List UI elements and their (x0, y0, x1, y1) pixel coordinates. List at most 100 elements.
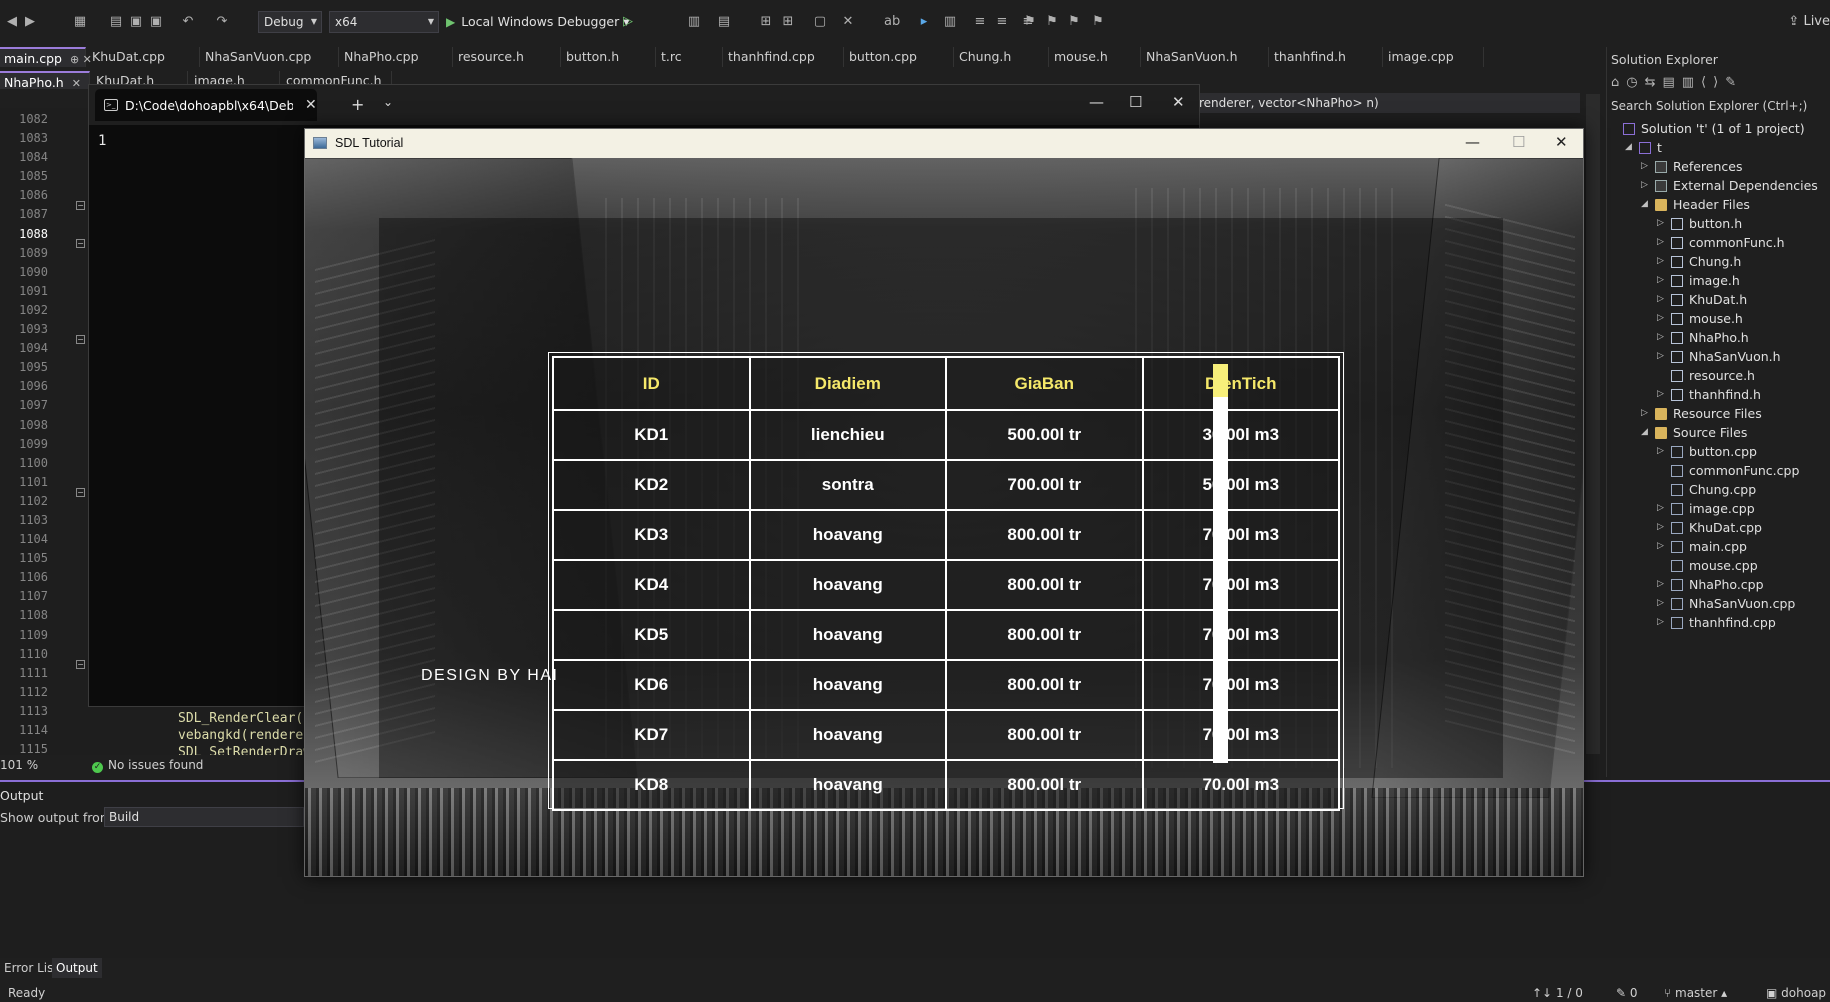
tree-item[interactable]: ▷ thanhfind.cpp (1607, 613, 1830, 632)
editor-tab[interactable]: button.h (562, 47, 656, 67)
member-navigation-dropdown[interactable]: renderer, vector<NhaPho> n) (1195, 93, 1580, 113)
expand-arrow-icon[interactable]: ▷ (1641, 404, 1651, 423)
expand-arrow-icon[interactable]: ▷ (1657, 385, 1667, 404)
collapse-arrow-icon[interactable]: ◢ (1641, 195, 1651, 214)
editor-tab[interactable]: thanhfind.cpp (724, 47, 844, 67)
fold-toggle-icon[interactable]: − (76, 201, 85, 210)
tree-item[interactable]: ▷ main.cpp (1607, 537, 1830, 556)
tree-item[interactable]: Solution 't' (1 of 1 project) (1607, 119, 1830, 138)
expand-arrow-icon[interactable]: ▷ (1657, 537, 1667, 556)
sdl-titlebar[interactable]: SDL Tutorial — ☐ ✕ (305, 129, 1583, 158)
fold-toggle-icon[interactable]: − (76, 660, 85, 669)
tab-output[interactable]: Output (52, 958, 102, 978)
distribute-icon[interactable]: ⊞ (780, 14, 796, 30)
tree-item[interactable]: ▷ button.h (1607, 214, 1830, 233)
sdl-window[interactable]: SDL Tutorial — ☐ ✕ ID Diadiem GiaBan Die… (304, 128, 1584, 877)
spellcheck-icon[interactable]: ab (884, 14, 900, 30)
expand-arrow-icon[interactable]: ▷ (1657, 290, 1667, 309)
fold-toggle-icon[interactable]: − (76, 488, 85, 497)
tree-item[interactable]: mouse.cpp (1607, 556, 1830, 575)
expand-arrow-icon[interactable]: ▷ (1657, 518, 1667, 537)
output-source-dropdown[interactable]: Build (104, 807, 304, 827)
clear-bookmarks-icon[interactable]: ⚑ (1090, 14, 1106, 30)
live-share-button[interactable]: ⇪ Live (1788, 14, 1830, 29)
chevron-down-icon[interactable]: ⌄ (383, 95, 393, 109)
panel-icon[interactable]: ▥ (942, 14, 958, 30)
tree-item[interactable]: ▷ References (1607, 157, 1830, 176)
back-icon[interactable]: ◀ (4, 14, 20, 30)
repo-selector[interactable]: ▣ dohoap (1766, 984, 1826, 1002)
fold-toggle-icon[interactable]: − (76, 239, 85, 248)
tree-item[interactable]: ▷ NhaSanVuon.h (1607, 347, 1830, 366)
save-icon[interactable]: ▣ (128, 14, 144, 30)
editor-tab[interactable]: mouse.h (1050, 47, 1141, 67)
editor-tab[interactable]: NhaSanVuon.h (1142, 47, 1269, 67)
code-line[interactable]: SDL_RenderClear(r (178, 710, 311, 727)
solution-explorer-toolbar[interactable]: ⌂◷⇆▤▥⟨⟩✎ (1611, 75, 1743, 93)
tree-item[interactable]: ▷ mouse.h (1607, 309, 1830, 328)
start-debugging-button[interactable]: ▶ Local Windows Debugger ▾ (446, 11, 630, 33)
editor-tab[interactable]: button.cpp (845, 47, 954, 67)
outdent-icon[interactable]: ≡ (972, 14, 988, 30)
next-bookmark-icon[interactable]: ⚑ (1066, 14, 1082, 30)
tree-item[interactable]: ▷ NhaPho.h (1607, 328, 1830, 347)
close-icon[interactable]: ✕ (1555, 133, 1568, 151)
editor-tab[interactable]: thanhfind.h (1270, 47, 1383, 67)
new-project-icon[interactable]: ▦ (72, 14, 88, 30)
tree-item[interactable]: ▷ External Dependencies (1607, 176, 1830, 195)
editor-tab[interactable]: Chung.h (955, 47, 1049, 67)
close-icon[interactable]: ✕ (1172, 93, 1185, 111)
tree-item[interactable]: ▷ KhuDat.h (1607, 290, 1830, 309)
branch-selector[interactable]: ⑂ master ▴ (1664, 984, 1727, 1002)
expand-arrow-icon[interactable]: ▷ (1657, 252, 1667, 271)
start-without-debugging-icon[interactable]: ▷ (620, 14, 636, 30)
platform-dropdown[interactable]: x64 ▼ (329, 11, 439, 33)
maximize-icon[interactable]: ☐ (1129, 93, 1142, 111)
position-indicator[interactable]: ↑↓ 1 / 0 (1532, 984, 1583, 1002)
close-tab-icon[interactable]: ✕ (72, 77, 81, 90)
expand-arrow-icon[interactable]: ▷ (1641, 176, 1651, 195)
pending-changes[interactable]: ✎ 0 (1616, 984, 1638, 1002)
tree-item[interactable]: ▷ Chung.h (1607, 252, 1830, 271)
layout-icon[interactable]: ▤ (716, 14, 732, 30)
new-tab-icon[interactable]: + (351, 95, 364, 114)
tree-item[interactable]: ▷ button.cpp (1607, 442, 1830, 461)
prev-bookmark-icon[interactable]: ⚑ (1044, 14, 1060, 30)
save-all-icon[interactable]: ▣ (148, 14, 164, 30)
maximize-icon[interactable]: ☐ (1512, 133, 1525, 151)
zoom-level[interactable]: 101 % (0, 755, 38, 775)
tree-item[interactable]: ▷ image.h (1607, 271, 1830, 290)
editor-tab[interactable]: NhaPho.cpp (340, 47, 453, 67)
editor-tab[interactable]: image.cpp (1384, 47, 1484, 67)
forward-icon[interactable]: ▶ (22, 14, 38, 30)
code-line[interactable]: vebangkd(rendere (178, 727, 311, 744)
close-tab-icon[interactable]: ✕ (305, 97, 317, 113)
solution-explorer-search-input[interactable]: Search Solution Explorer (Ctrl+;) (1611, 99, 1829, 117)
editor-vertical-scrollbar[interactable] (1586, 94, 1600, 754)
expand-arrow-icon[interactable]: ▷ (1657, 347, 1667, 366)
redo-icon[interactable]: ↷ (214, 14, 230, 30)
browse-icon[interactable]: ▥ (686, 14, 702, 30)
tree-item[interactable]: ▷ NhaPho.cpp (1607, 575, 1830, 594)
expand-arrow-icon[interactable]: ▷ (1657, 214, 1667, 233)
code-text[interactable]: SDL_RenderClear(r vebangkd(rendere SDL_Set… (178, 710, 311, 761)
tree-item[interactable]: ◢ Source Files (1607, 423, 1830, 442)
tree-item[interactable]: ▷ commonFunc.h (1607, 233, 1830, 252)
expand-arrow-icon[interactable]: ▷ (1657, 575, 1667, 594)
expand-arrow-icon[interactable]: ▷ (1657, 594, 1667, 613)
editor-tab[interactable]: KhuDat.cpp (88, 47, 200, 67)
open-folder-icon[interactable]: ▤ (108, 14, 124, 30)
console-tab[interactable]: >_ D:\Code\dohoapbl\x64\Debug ✕ (95, 89, 317, 121)
expand-arrow-icon[interactable]: ▷ (1657, 613, 1667, 632)
table-scrollbar-thumb[interactable] (1213, 364, 1228, 397)
align-icon[interactable]: ⊞ (758, 14, 774, 30)
editor-tab[interactable]: main.cpp ⊕ ✕ (0, 47, 92, 67)
tree-item[interactable]: resource.h (1607, 366, 1830, 385)
console-titlebar[interactable]: >_ D:\Code\dohoapbl\x64\Debug ✕ + ⌄ — ☐ … (89, 85, 1199, 125)
tree-item[interactable]: ▷ thanhfind.h (1607, 385, 1830, 404)
tree-item[interactable]: ▷ NhaSanVuon.cpp (1607, 594, 1830, 613)
tree-item[interactable]: ▷ KhuDat.cpp (1607, 518, 1830, 537)
expand-arrow-icon[interactable]: ▷ (1657, 309, 1667, 328)
tree-item[interactable]: commonFunc.cpp (1607, 461, 1830, 480)
bookmark-icon[interactable]: ⚑ (1022, 14, 1038, 30)
